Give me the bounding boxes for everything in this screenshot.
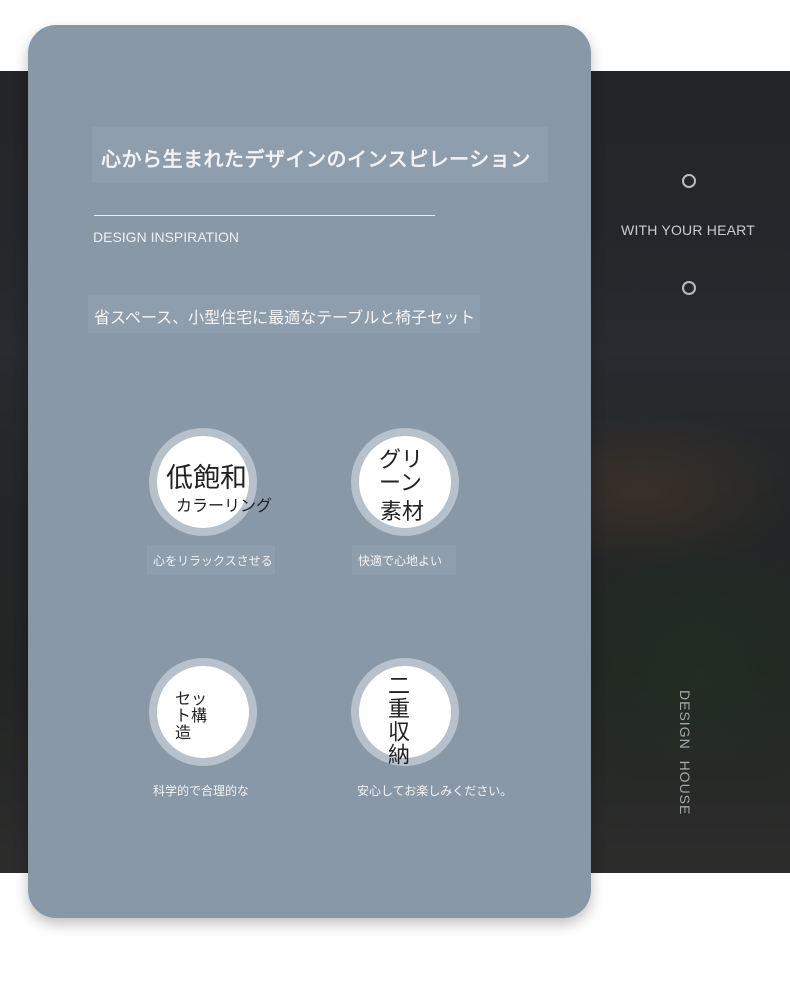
circle-icon bbox=[682, 174, 696, 188]
feature-main-text: 二重収納 bbox=[384, 674, 409, 766]
feature-main-text: 低飽和 bbox=[166, 463, 247, 494]
tagline: WITH YOUR HEART bbox=[621, 222, 755, 238]
vertical-label: DESIGN HOUSE bbox=[677, 690, 693, 816]
circle-icon bbox=[682, 281, 696, 295]
feature-sub-text: カラーリング bbox=[176, 496, 273, 515]
feature-main-text: セット構造 bbox=[175, 689, 208, 742]
feature-sub-text: 素材 bbox=[380, 500, 425, 525]
divider bbox=[94, 215, 435, 216]
feature-caption: 快適で心地よい bbox=[358, 554, 443, 568]
card-title: 心から生まれたデザインのインスピレーション bbox=[101, 147, 531, 171]
card-description: 省スペース、小型住宅に最適なテーブルと椅子セット bbox=[94, 308, 476, 327]
feature-caption: 安心してお楽しみください。 bbox=[357, 784, 513, 798]
feature-caption: 心をリラックスさせる bbox=[153, 554, 273, 568]
feature-caption: 科学的で合理的な bbox=[153, 784, 250, 798]
feature-main-text: グリーン bbox=[379, 448, 424, 496]
card-subtitle: DESIGN INSPIRATION bbox=[93, 229, 239, 245]
